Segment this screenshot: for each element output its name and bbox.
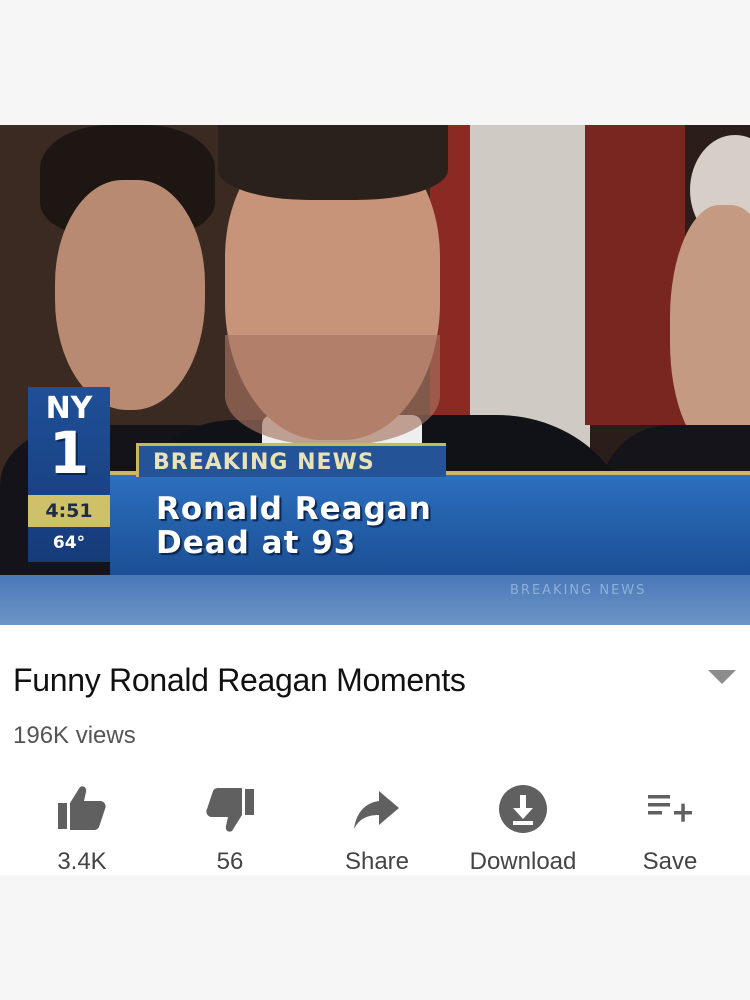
background-flag-white	[470, 125, 590, 455]
video-player[interactable]: BREAKING NEWS Ronald Reagan Dead at 93 B…	[0, 125, 750, 625]
right-man-face	[670, 205, 750, 455]
video-title: Funny Ronald Reagan Moments	[13, 662, 466, 698]
share-label: Share	[344, 848, 410, 875]
headline-line-2: Dead at 93	[156, 525, 357, 561]
share-button[interactable]: Share	[307, 775, 447, 875]
playlist-add-icon	[648, 795, 692, 822]
channel-logo-number: 1	[48, 419, 90, 487]
thumbs-up-icon	[58, 786, 106, 830]
speaker-hair	[218, 125, 448, 200]
view-count: 196K views	[13, 722, 136, 749]
save-label: Save	[642, 848, 698, 875]
dislike-button[interactable]: 56	[160, 775, 300, 875]
download-icon	[499, 785, 547, 833]
save-button[interactable]: Save	[600, 775, 740, 875]
news-temperature: 64°	[52, 533, 86, 553]
ticker-text: BREAKING NEWS	[510, 583, 647, 598]
meme-card: BREAKING NEWS Ronald Reagan Dead at 93 B…	[0, 125, 750, 875]
news-clock: 4:51	[28, 495, 110, 527]
background-flag-red-2	[585, 125, 685, 425]
chevron-down-icon[interactable]	[708, 670, 736, 684]
share-arrow-icon	[354, 791, 399, 829]
download-label: Download	[469, 848, 577, 875]
thumbs-down-icon	[206, 788, 254, 832]
news-ticker: BREAKING NEWS	[0, 575, 750, 625]
action-bar: 3.4K 56 Share Download Save	[0, 775, 750, 875]
dislike-count: 56	[216, 848, 244, 875]
speaker-face-shadow	[225, 335, 440, 445]
news-headline-box: Ronald Reagan Dead at 93	[110, 475, 750, 575]
like-count: 3.4K	[57, 848, 107, 875]
left-man-face	[55, 180, 205, 410]
channel-logo: NY 1 4:51 64°	[28, 387, 110, 562]
headline-line-1: Ronald Reagan	[156, 491, 432, 527]
breaking-news-tab: BREAKING NEWS	[136, 443, 446, 477]
like-button[interactable]: 3.4K	[12, 775, 152, 875]
download-button[interactable]: Download	[453, 775, 593, 875]
